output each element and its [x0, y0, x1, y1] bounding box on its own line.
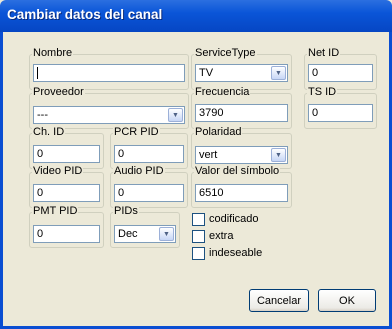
polaridad-label: Polaridad — [194, 126, 243, 139]
extra-checkbox[interactable] — [192, 230, 205, 243]
text-cursor — [37, 67, 38, 79]
chevron-down-icon[interactable]: ▼ — [271, 148, 286, 162]
valor-simbolo-input[interactable]: 6510 — [195, 184, 288, 202]
pmt-pid-input[interactable]: 0 — [33, 225, 100, 243]
extra-label: extra — [209, 230, 234, 242]
ok-button[interactable]: OK — [318, 289, 376, 312]
frecuencia-input[interactable]: 3790 — [195, 104, 288, 122]
window-frame-left — [0, 32, 3, 329]
ch-id-label: Ch. ID — [32, 126, 66, 139]
pids-label: PIDs — [113, 205, 139, 218]
indeseable-label: indeseable — [209, 247, 263, 259]
frecuencia-label: Frecuencia — [194, 86, 251, 99]
polaridad-select[interactable]: vert ▼ — [195, 146, 288, 164]
dialog-window: Cambiar datos del canal Nombre ServiceTy… — [0, 0, 392, 329]
pcr-pid-input[interactable]: 0 — [114, 145, 184, 163]
pmt-pid-label: PMT PID — [32, 205, 79, 218]
pcr-pid-label: PCR PID — [113, 126, 160, 139]
ts-id-input[interactable]: 0 — [308, 104, 373, 122]
codificado-label: codificado — [209, 213, 259, 225]
chevron-down-icon[interactable]: ▼ — [168, 108, 183, 122]
title-bar[interactable]: Cambiar datos del canal — [0, 0, 392, 32]
pids-select[interactable]: Dec ▼ — [114, 225, 176, 243]
cancel-button[interactable]: Cancelar — [249, 289, 309, 312]
indeseable-checkbox[interactable] — [192, 247, 205, 260]
service-type-select[interactable]: TV ▼ — [195, 64, 288, 82]
video-pid-input[interactable]: 0 — [33, 184, 100, 202]
net-id-input[interactable]: 0 — [308, 64, 373, 82]
nombre-input[interactable] — [33, 64, 185, 82]
valor-simbolo-label: Valor del símbolo — [194, 165, 281, 178]
proveedor-value: --- — [37, 109, 48, 121]
service-type-label: ServiceType — [194, 47, 257, 60]
chevron-down-icon[interactable]: ▼ — [159, 227, 174, 241]
service-type-value: TV — [199, 67, 214, 79]
chevron-down-icon[interactable]: ▼ — [271, 66, 286, 80]
audio-pid-input[interactable]: 0 — [114, 184, 184, 202]
proveedor-label: Proveedor — [32, 86, 85, 99]
polaridad-value: vert — [199, 149, 218, 161]
video-pid-label: Video PID — [32, 165, 84, 178]
audio-pid-label: Audio PID — [113, 165, 165, 178]
net-id-label: Net ID — [307, 47, 341, 60]
ts-id-label: TS ID — [307, 86, 338, 99]
codificado-checkbox[interactable] — [192, 213, 205, 226]
ch-id-input[interactable]: 0 — [33, 145, 100, 163]
window-title: Cambiar datos del canal — [7, 7, 163, 22]
pids-value: Dec — [118, 228, 138, 240]
nombre-label: Nombre — [32, 47, 74, 60]
proveedor-select[interactable]: --- ▼ — [33, 106, 185, 124]
